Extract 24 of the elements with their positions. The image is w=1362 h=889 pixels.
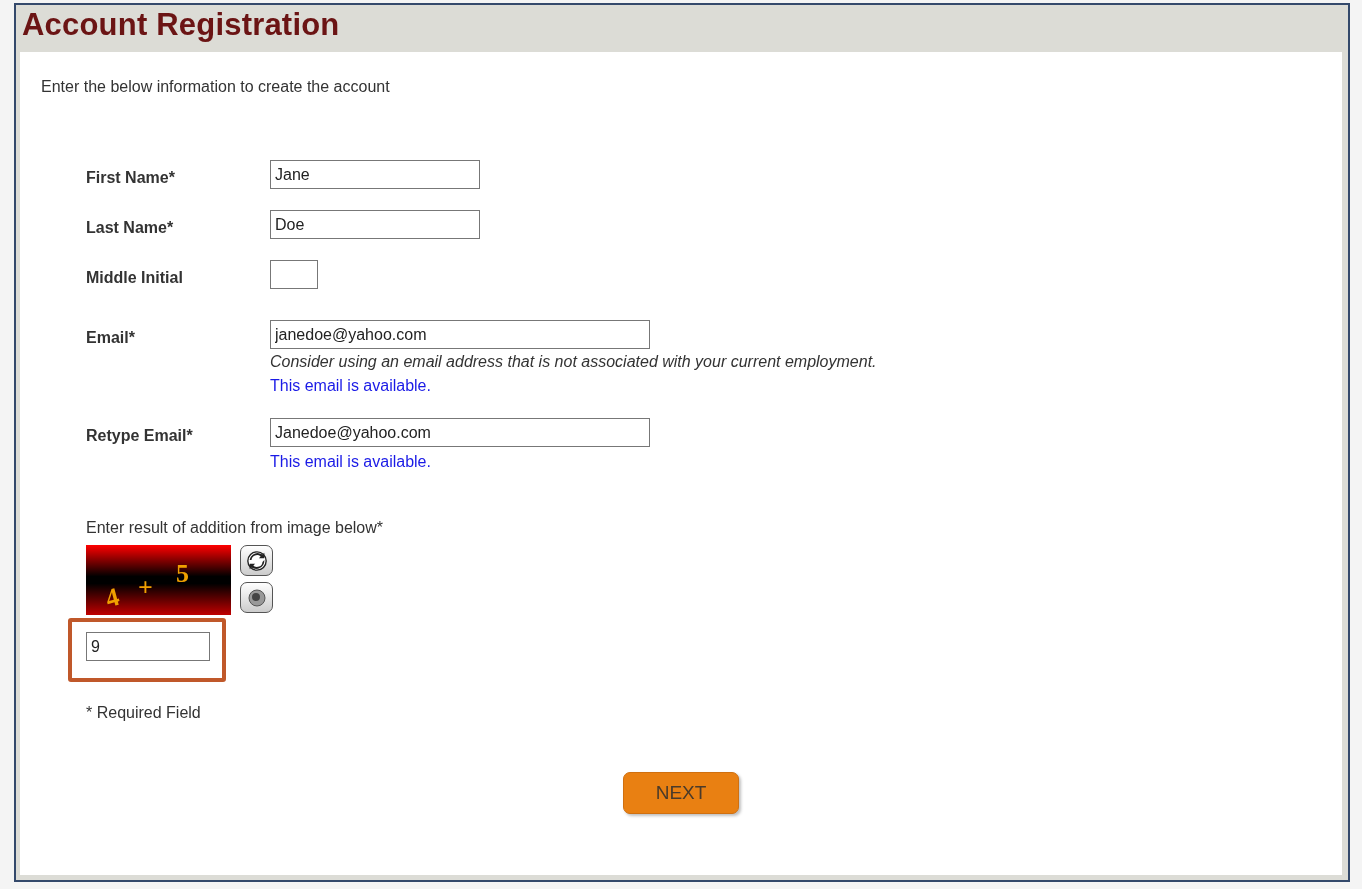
page-title: Account Registration (21, 6, 341, 44)
field-label: Middle Initial (86, 268, 184, 287)
field-label: Email* (86, 328, 136, 347)
captcha-image: 4 + 5 (86, 545, 231, 615)
intro-text: Enter the below information to create the account (41, 78, 391, 96)
refresh-button[interactable] (240, 545, 273, 576)
speaker-icon (246, 587, 267, 608)
field-label: Last Name* (86, 218, 175, 237)
input-field[interactable]: Doe (270, 210, 480, 239)
field-label: First Name* (86, 168, 176, 187)
input-field[interactable]: janedoe@yahoo.com (270, 320, 650, 349)
field-label: Retype Email* (86, 426, 194, 445)
input-field[interactable]: Janedoe@yahoo.com (270, 418, 650, 447)
next-button[interactable]: NEXT (623, 772, 739, 814)
audio-button[interactable] (240, 582, 273, 613)
hint-text: Consider using an email address that is not associated with your current employment. (270, 353, 877, 371)
availability-message: This email is available. (270, 377, 432, 395)
captcha-label: Enter result of addition from image below* (86, 519, 385, 537)
input-field[interactable]: Jane (270, 160, 480, 189)
required-note: * Required Field (86, 704, 202, 722)
answer-field[interactable]: 9 (86, 632, 210, 661)
availability-message: This email is available. (270, 453, 432, 471)
refresh-icon (245, 549, 268, 572)
input-field[interactable] (270, 260, 318, 289)
